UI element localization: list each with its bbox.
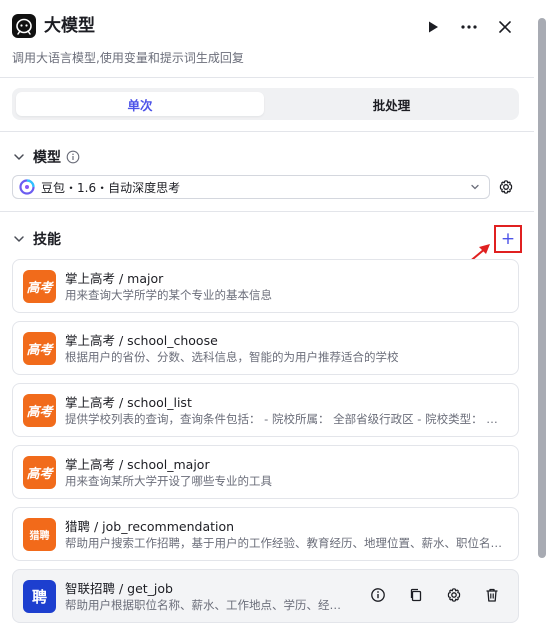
plus-icon: + bbox=[500, 228, 516, 249]
divider bbox=[0, 211, 534, 212]
skill-card[interactable]: 聘 智联招聘 / get_job 帮助用户根据职位名称、薪水、工作地点、学历、经… bbox=[12, 569, 519, 623]
scrollbar-thumb[interactable] bbox=[538, 18, 546, 558]
close-button[interactable] bbox=[491, 13, 519, 41]
skill-card[interactable]: 高考 掌上高考 / major 用来查询大学所学的某个专业的基本信息 bbox=[12, 259, 519, 313]
skill-description: 用来查询大学所学的某个专业的基本信息 bbox=[65, 288, 272, 302]
panel-header: 大模型 bbox=[12, 13, 536, 41]
play-icon bbox=[429, 21, 438, 33]
trash-icon[interactable] bbox=[484, 587, 500, 603]
skill-card[interactable]: 高考 掌上高考 / school_choose 根据用户的省份、分数、选科信息，… bbox=[12, 321, 519, 375]
model-select[interactable]: 豆包・1.6・自动深度思考 bbox=[12, 175, 490, 199]
zhilian-logo-icon: 聘 bbox=[23, 580, 56, 613]
tab-batch[interactable]: 批处理 bbox=[268, 92, 515, 116]
skill-card[interactable]: 高考 掌上高考 / school_major 用来查询某所大学开设了哪些专业的工… bbox=[12, 445, 519, 499]
divider bbox=[0, 77, 534, 78]
skill-title: 智联招聘 / get_job bbox=[65, 581, 173, 596]
info-icon[interactable] bbox=[370, 587, 386, 603]
divider bbox=[0, 131, 534, 132]
tab-single[interactable]: 单次 bbox=[16, 92, 264, 116]
skill-card[interactable]: 高考 掌上高考 / school_list 提供学校列表的查询，查询条件包括： … bbox=[12, 383, 519, 437]
bot-icon bbox=[12, 14, 36, 38]
skills-section-header[interactable]: 技能 bbox=[12, 228, 61, 250]
llm-node-panel: 大模型 调用大语言模型,使用变量和提示词生成回复 单次 批处理 模型 豆包・1.… bbox=[0, 0, 548, 633]
copy-icon[interactable] bbox=[408, 587, 424, 603]
model-section-title: 模型 bbox=[33, 150, 61, 166]
gaokao-logo-icon: 高考 bbox=[23, 270, 56, 303]
add-skill-button[interactable]: + bbox=[494, 225, 522, 253]
model-settings-gear-icon[interactable] bbox=[498, 179, 514, 195]
mode-tabs: 单次 批处理 bbox=[12, 88, 519, 120]
model-section-header[interactable]: 模型 bbox=[12, 146, 80, 168]
doubao-logo-icon bbox=[19, 179, 35, 195]
gaokao-logo-icon: 高考 bbox=[23, 394, 56, 427]
gaokao-logo-icon: 高考 bbox=[23, 456, 56, 489]
skill-title: 掌上高考 / school_choose bbox=[65, 333, 218, 348]
skill-description: 用来查询某所大学开设了哪些专业的工具 bbox=[65, 474, 272, 488]
info-icon[interactable] bbox=[66, 150, 80, 164]
skill-description: 帮助用户根据职位名称、薪水、工作地点、学历、经验等 bbox=[65, 598, 348, 612]
skill-description: 根据用户的省份、分数、选科信息，智能的为用户推荐适合的学校 bbox=[65, 350, 399, 364]
gaokao-logo-icon: 高考 bbox=[23, 332, 56, 365]
chevron-down-icon bbox=[14, 154, 24, 160]
run-button[interactable] bbox=[419, 13, 447, 41]
skill-description: 帮助用户搜索工作招聘，基于用户的工作经验、教育经历、地理位置、薪水、职位名称等 bbox=[65, 536, 508, 550]
skill-title: 掌上高考 / school_list bbox=[65, 395, 192, 410]
more-button[interactable] bbox=[455, 13, 483, 41]
liepin-logo-icon: 猎聘 bbox=[23, 518, 56, 551]
skill-description: 提供学校列表的查询，查询条件包括： - 院校所属： 全部省级行政区 - 院校类型… bbox=[65, 412, 508, 426]
node-title: 大模型 bbox=[44, 16, 95, 36]
chevron-down-icon bbox=[471, 184, 479, 190]
selected-model: 豆包・1.6・自动深度思考 bbox=[41, 180, 181, 195]
close-icon bbox=[499, 21, 511, 33]
more-icon bbox=[461, 25, 477, 29]
chevron-down-icon bbox=[14, 236, 24, 242]
skill-card[interactable]: 猎聘 猎聘 / job_recommendation 帮助用户搜索工作招聘，基于… bbox=[12, 507, 519, 561]
skill-title: 掌上高考 / major bbox=[65, 271, 164, 286]
skill-title: 猎聘 / job_recommendation bbox=[65, 519, 235, 534]
node-description: 调用大语言模型,使用变量和提示词生成回复 bbox=[12, 51, 244, 65]
skills-section-title: 技能 bbox=[33, 232, 61, 248]
skill-title: 掌上高考 / school_major bbox=[65, 457, 210, 472]
gear-icon[interactable] bbox=[446, 587, 462, 603]
